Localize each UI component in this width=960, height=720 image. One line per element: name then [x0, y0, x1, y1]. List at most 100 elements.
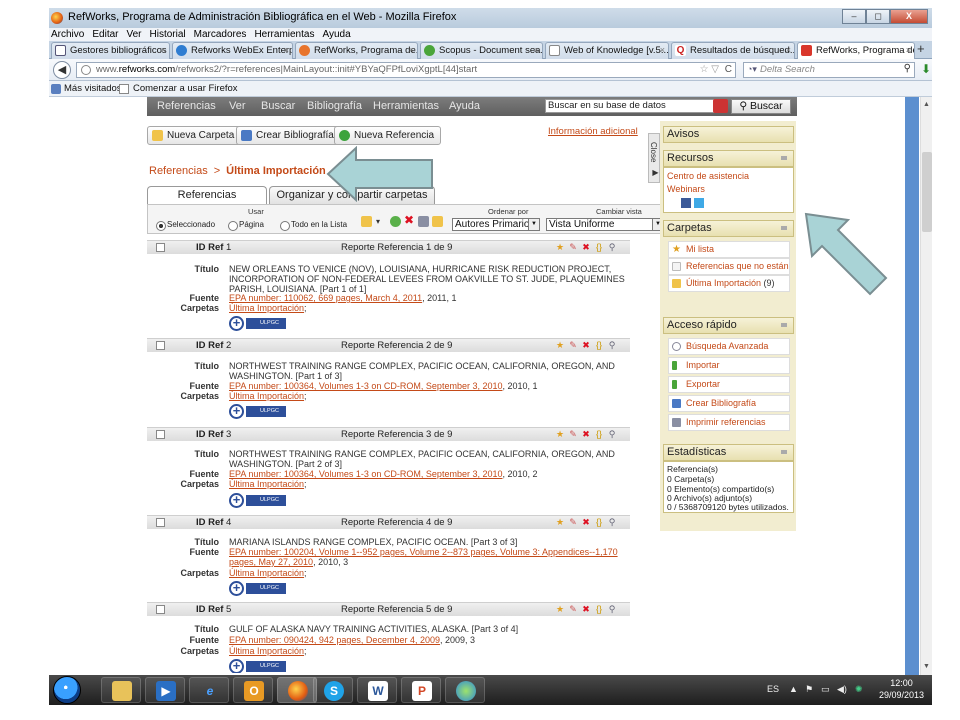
- database-search-input[interactable]: Buscar en su base de datos: [545, 99, 715, 113]
- sidebar-section-avisos[interactable]: Avisos: [663, 126, 794, 143]
- citation-icon[interactable]: {}: [594, 340, 604, 350]
- sidebar-close-tab[interactable]: Close ▶: [648, 133, 660, 183]
- scroll-up-icon[interactable]: ▲: [923, 101, 930, 108]
- quick-exportar[interactable]: Exportar: [668, 376, 790, 393]
- browser-tab-refworks-1[interactable]: RefWorks, Programa de... ×: [295, 42, 418, 59]
- system-clock[interactable]: 12:00 29/09/2013: [879, 677, 924, 701]
- radio-page[interactable]: Página: [228, 220, 264, 231]
- folder-link[interactable]: Última Importación: [229, 479, 304, 489]
- link-webinars[interactable]: Webinars: [667, 184, 705, 194]
- folder-link[interactable]: Última Importación: [229, 646, 304, 656]
- bookmark-most-visited[interactable]: Más visitados: [64, 83, 122, 94]
- star-icon[interactable]: ★: [555, 242, 565, 252]
- close-window-button[interactable]: X: [890, 9, 928, 24]
- star-icon[interactable]: ★: [555, 517, 565, 527]
- search-options-icon[interactable]: [713, 99, 728, 113]
- browser-tab-gestores[interactable]: Gestores bibliográficos |... ×: [51, 42, 170, 59]
- site-identity-icon[interactable]: [81, 65, 91, 75]
- address-bar[interactable]: www.refworks.com/refworks2/?r=references…: [76, 62, 736, 78]
- breadcrumb-root[interactable]: Referencias: [149, 165, 208, 177]
- print-icon[interactable]: [418, 216, 429, 227]
- source-link[interactable]: EPA number: 090424, 942 pages, December …: [229, 635, 440, 645]
- collapse-icon[interactable]: [781, 226, 787, 230]
- menu-ver[interactable]: Ver: [126, 28, 141, 41]
- tab-close-icon[interactable]: ×: [409, 43, 414, 58]
- sidebar-section-carpetas[interactable]: Carpetas: [663, 220, 794, 237]
- radio-selected[interactable]: Seleccionado: [156, 220, 215, 231]
- collapse-icon[interactable]: [781, 450, 787, 454]
- new-folder-button[interactable]: Nueva Carpeta: [147, 126, 242, 145]
- add-to-folder-icon[interactable]: [361, 216, 372, 227]
- scroll-down-icon[interactable]: ▼: [923, 663, 930, 670]
- star-icon[interactable]: ★: [555, 429, 565, 439]
- edit-icon[interactable]: ✎: [568, 242, 578, 252]
- view-select[interactable]: Vista Uniforme ▼: [546, 218, 664, 231]
- nav-ayuda[interactable]: Ayuda: [449, 100, 480, 112]
- delete-icon[interactable]: ✖: [581, 340, 591, 350]
- menu-ayuda[interactable]: Ayuda: [322, 28, 350, 41]
- nav-bibliografia[interactable]: Bibliografía: [307, 100, 362, 112]
- taskbar-app-ie[interactable]: e: [189, 677, 229, 703]
- taskbar-app-itunes[interactable]: [445, 677, 485, 703]
- new-tab-button[interactable]: +: [917, 42, 929, 57]
- edit-icon[interactable]: ✎: [568, 604, 578, 614]
- source-link[interactable]: EPA number: 100204, Volume 1--952 pages,…: [229, 547, 618, 567]
- info-link[interactable]: Información adicional: [548, 126, 638, 137]
- delete-icon[interactable]: ✖: [404, 214, 415, 226]
- page-scrollbar[interactable]: ▲ ▼: [920, 97, 932, 675]
- collapse-icon[interactable]: [781, 156, 787, 160]
- twitter-icon[interactable]: [694, 198, 704, 208]
- radio-all[interactable]: Todo en la Lista: [280, 220, 347, 231]
- folder-icon[interactable]: [432, 216, 443, 227]
- menu-herramientas[interactable]: Herramientas: [254, 28, 314, 41]
- search-engine-box[interactable]: ◔▾ Delta Search ⚲: [743, 62, 915, 78]
- tab-close-icon[interactable]: ×: [786, 43, 791, 58]
- nav-herramientas[interactable]: Herramientas: [373, 100, 439, 112]
- reference-checkbox[interactable]: [156, 605, 165, 614]
- delete-icon[interactable]: ✖: [581, 429, 591, 439]
- language-indicator[interactable]: ES: [767, 684, 779, 694]
- delete-icon[interactable]: ✖: [581, 242, 591, 252]
- folder-mi-lista[interactable]: ★ Mi lista: [668, 241, 790, 258]
- sort-select[interactable]: Autores Primarios ▼: [452, 218, 540, 231]
- taskbar-app-firefox[interactable]: [277, 677, 317, 703]
- taskbar-app-media[interactable]: ▶: [145, 677, 185, 703]
- citation-icon[interactable]: {}: [594, 604, 604, 614]
- view-icon[interactable]: ⚲: [607, 340, 617, 350]
- ulpgc-link-button[interactable]: + ULPGC: [229, 659, 287, 673]
- scrollbar-thumb[interactable]: [922, 152, 932, 232]
- view-icon[interactable]: ⚲: [607, 429, 617, 439]
- back-button[interactable]: ◀: [53, 61, 71, 79]
- menu-archivo[interactable]: Archivo: [51, 28, 84, 41]
- sidebar-section-recursos[interactable]: Recursos: [663, 150, 794, 167]
- tab-close-icon[interactable]: ×: [284, 43, 289, 58]
- tab-close-icon[interactable]: ×: [161, 43, 166, 58]
- sidebar-section-acceso[interactable]: Acceso rápido: [663, 317, 794, 334]
- maximize-button[interactable]: ◻: [866, 9, 890, 24]
- browser-tab-wok[interactable]: Web of Knowledge [v.5.... ×: [545, 42, 669, 59]
- flag-icon[interactable]: ⚑: [805, 684, 813, 695]
- delete-icon[interactable]: ✖: [581, 517, 591, 527]
- folder-link[interactable]: Última Importación: [229, 391, 304, 401]
- browser-tab-refworks-active[interactable]: RefWorks, Programa de... ×: [797, 42, 915, 59]
- start-button[interactable]: [53, 676, 81, 704]
- star-icon[interactable]: ★: [555, 604, 565, 614]
- view-icon[interactable]: ⚲: [607, 604, 617, 614]
- dropdown-arrow-icon[interactable]: ▾: [376, 217, 380, 226]
- star-icon[interactable]: ★: [555, 340, 565, 350]
- quick-busqueda-avanzada[interactable]: Búsqueda Avanzada: [668, 338, 790, 355]
- taskbar-app-outlook[interactable]: O: [233, 677, 273, 703]
- folder-link[interactable]: Última Importación: [229, 568, 304, 578]
- menu-editar[interactable]: Editar: [92, 28, 118, 41]
- menu-historial[interactable]: Historial: [150, 28, 186, 41]
- taskbar-app-explorer[interactable]: [101, 677, 141, 703]
- browser-tab-resultados[interactable]: Q Resultados de búsqued... ×: [671, 42, 795, 59]
- reference-checkbox[interactable]: [156, 518, 165, 527]
- citation-icon[interactable]: {}: [594, 429, 604, 439]
- quick-imprimir[interactable]: Imprimir referencias: [668, 414, 790, 431]
- search-engine-icon[interactable]: ◔▾: [747, 64, 757, 75]
- new-reference-button[interactable]: Nueva Referencia: [334, 126, 442, 145]
- nav-ver[interactable]: Ver: [229, 100, 246, 112]
- minimize-button[interactable]: –: [842, 9, 866, 24]
- buscar-button[interactable]: ⚲ Buscar: [731, 99, 791, 114]
